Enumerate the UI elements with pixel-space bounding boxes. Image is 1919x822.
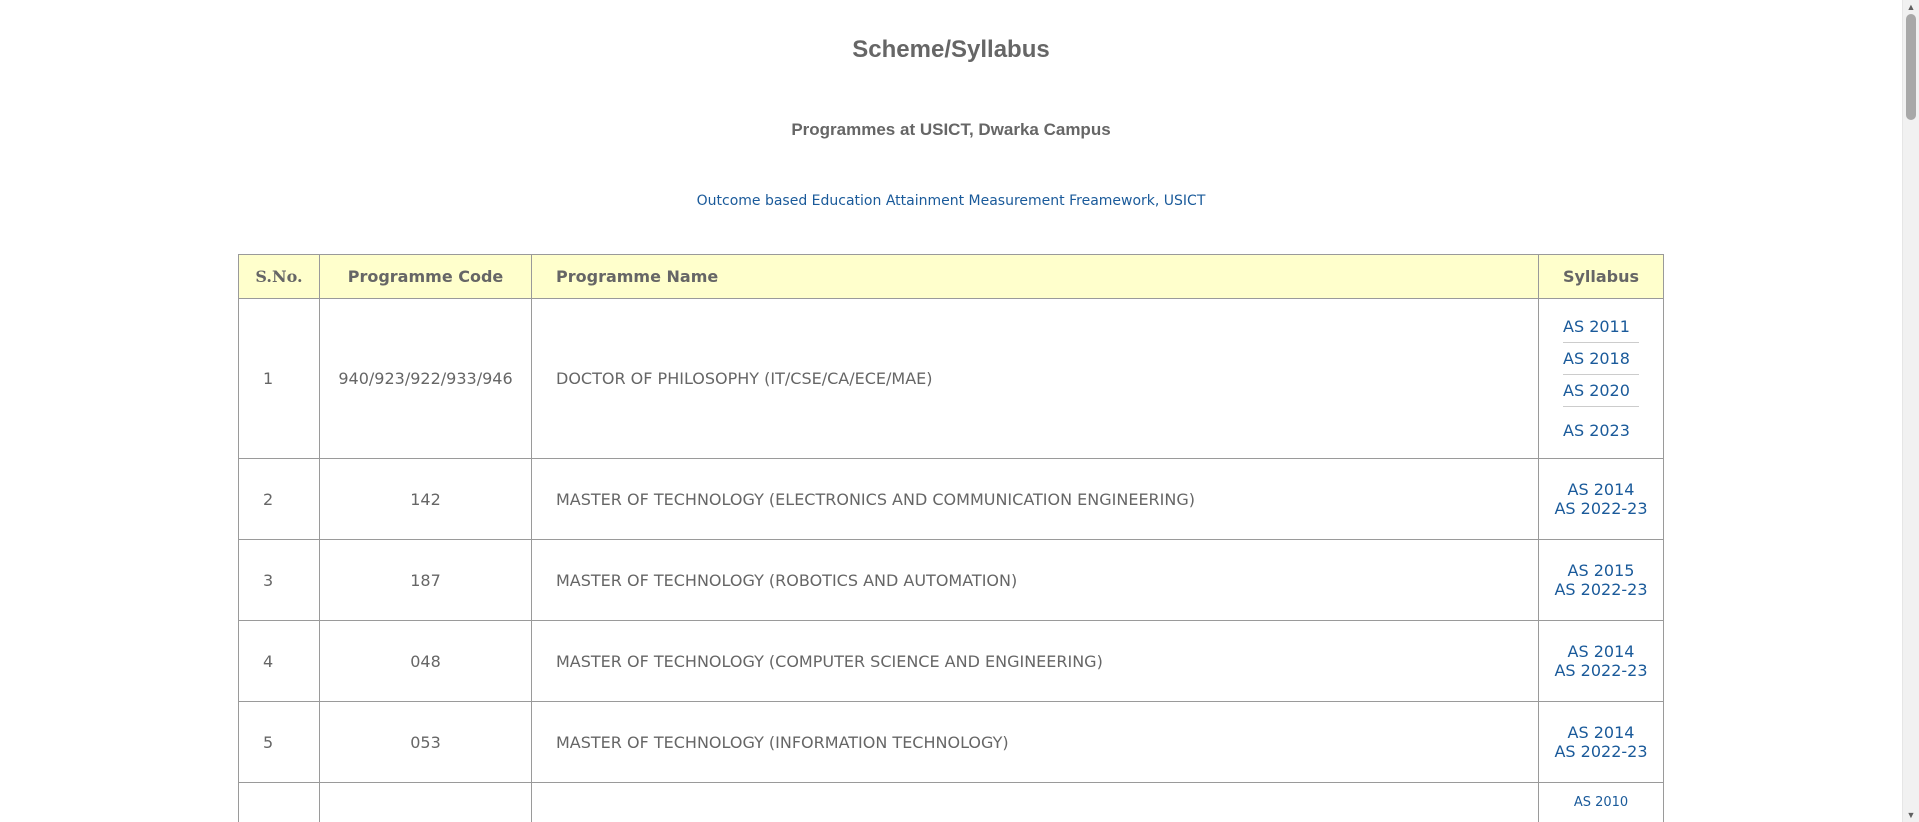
header-programme-name: Programme Name xyxy=(531,254,1539,299)
row-sno: 1 xyxy=(238,298,320,459)
syllabus-link[interactable]: AS 2018 xyxy=(1563,343,1639,375)
header-syllabus: Syllabus xyxy=(1538,254,1664,299)
table-row: AS 2010 xyxy=(238,782,1664,822)
row-sno: 4 xyxy=(238,620,320,702)
table-row: 2 142 MASTER OF TECHNOLOGY (ELECTRONICS … xyxy=(238,458,1664,540)
row-syllabus: AS 2015 AS 2022-23 xyxy=(1538,539,1664,621)
table-row: 4 048 MASTER OF TECHNOLOGY (COMPUTER SCI… xyxy=(238,620,1664,702)
syllabus-link[interactable]: AS 2014 xyxy=(1539,642,1663,661)
row-syllabus: AS 2014 AS 2022-23 xyxy=(1538,701,1664,783)
row-sno: 3 xyxy=(238,539,320,621)
row-programme-code: 940/923/922/933/946 xyxy=(319,298,532,459)
syllabus-link[interactable]: AS 2022-23 xyxy=(1539,580,1663,599)
page-subtitle: Programmes at USICT, Dwarka Campus xyxy=(791,120,1111,139)
row-programme-code: 187 xyxy=(319,539,532,621)
row-syllabus: AS 2011 AS 2018 AS 2020 AS 2023 xyxy=(1538,298,1664,459)
header-programme-code: Programme Code xyxy=(319,254,532,299)
row-programme-name: MASTER OF TECHNOLOGY (ELECTRONICS AND CO… xyxy=(531,458,1539,540)
row-programme-name: MASTER OF TECHNOLOGY (COMPUTER SCIENCE A… xyxy=(531,620,1539,702)
table-row: 5 053 MASTER OF TECHNOLOGY (INFORMATION … xyxy=(238,701,1664,783)
triangle-up-icon[interactable]: ▲ xyxy=(1903,0,1919,14)
triangle-down-icon[interactable]: ▼ xyxy=(1903,808,1919,822)
row-syllabus: AS 2014 AS 2022-23 xyxy=(1538,458,1664,540)
row-programme-code: 142 xyxy=(319,458,532,540)
row-sno: 5 xyxy=(238,701,320,783)
row-programme-code xyxy=(319,782,532,822)
row-programme-name: MASTER OF TECHNOLOGY (INFORMATION TECHNO… xyxy=(531,701,1539,783)
table-row: 1 940/923/922/933/946 DOCTOR OF PHILOSOP… xyxy=(238,298,1664,459)
row-syllabus: AS 2010 xyxy=(1538,782,1664,822)
row-programme-name: MASTER OF TECHNOLOGY (ROBOTICS AND AUTOM… xyxy=(531,539,1539,621)
row-sno: 2 xyxy=(238,458,320,540)
scrollbar-thumb[interactable] xyxy=(1906,14,1916,120)
header-sno: S.No. xyxy=(238,254,320,299)
row-programme-code: 053 xyxy=(319,701,532,783)
row-programme-name: DOCTOR OF PHILOSOPHY (IT/CSE/CA/ECE/MAE) xyxy=(531,298,1539,459)
syllabus-link[interactable]: AS 2023 xyxy=(1563,415,1639,446)
syllabus-link[interactable]: AS 2014 xyxy=(1539,480,1663,499)
page: Scheme/Syllabus Programmes at USICT, Dwa… xyxy=(0,0,1902,822)
table-row: 3 187 MASTER OF TECHNOLOGY (ROBOTICS AND… xyxy=(238,539,1664,621)
vertical-scrollbar[interactable]: ▲ ▼ xyxy=(1902,0,1919,822)
page-title: Scheme/Syllabus xyxy=(852,36,1050,63)
syllabus-link[interactable]: AS 2010 xyxy=(1539,795,1663,810)
syllabus-link[interactable]: AS 2015 xyxy=(1539,561,1663,580)
row-syllabus: AS 2014 AS 2022-23 xyxy=(1538,620,1664,702)
syllabus-link[interactable]: AS 2022-23 xyxy=(1539,661,1663,680)
syllabus-link[interactable]: AS 2011 xyxy=(1563,311,1639,343)
table-header-row: S.No. Programme Code Programme Name Syll… xyxy=(238,254,1664,299)
syllabus-link[interactable]: AS 2022-23 xyxy=(1539,742,1663,761)
syllabus-link[interactable]: AS 2022-23 xyxy=(1539,499,1663,518)
row-programme-code: 048 xyxy=(319,620,532,702)
row-programme-name xyxy=(531,782,1539,822)
row-sno xyxy=(238,782,320,822)
syllabus-link[interactable]: AS 2020 xyxy=(1563,375,1639,407)
syllabus-link[interactable]: AS 2014 xyxy=(1539,723,1663,742)
programmes-table: S.No. Programme Code Programme Name Syll… xyxy=(238,254,1664,822)
obe-framework-link[interactable]: Outcome based Education Attainment Measu… xyxy=(0,193,1902,209)
